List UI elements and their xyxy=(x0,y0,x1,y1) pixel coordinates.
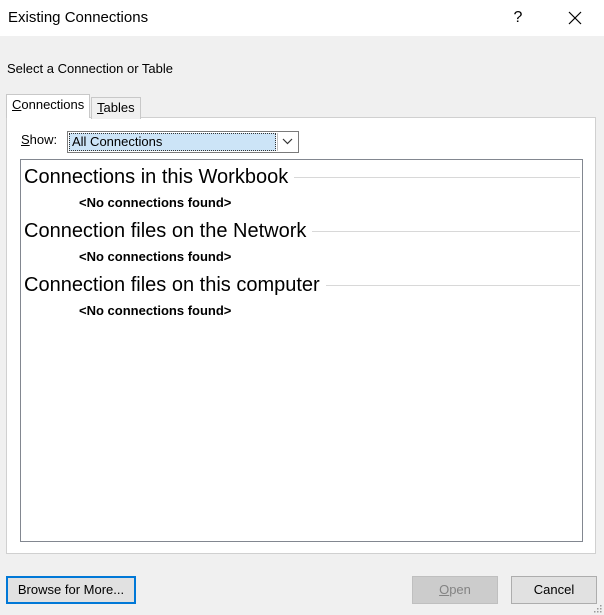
group-empty-workbook: <No connections found> xyxy=(79,195,232,210)
tab-connections-accesskey: C xyxy=(12,97,22,112)
group-empty-network: <No connections found> xyxy=(79,249,232,264)
tab-connections[interactable]: Connections xyxy=(6,94,90,118)
close-button[interactable] xyxy=(562,6,588,30)
connections-list[interactable]: Connections in this Workbook <No connect… xyxy=(20,159,583,542)
group-header-network: Connection files on the Network xyxy=(24,220,313,243)
show-dropdown[interactable]: All Connections xyxy=(67,131,299,153)
instruction-text: Select a Connection or Table xyxy=(7,61,173,76)
show-label-text: how: xyxy=(29,132,58,147)
resize-grip-icon[interactable] xyxy=(592,603,602,613)
open-button-accesskey: O xyxy=(439,582,450,597)
tab-connections-label: onnections xyxy=(21,97,85,112)
group-header-workbook: Connections in this Workbook xyxy=(24,166,295,189)
help-button[interactable]: ? xyxy=(508,8,528,28)
show-label-accesskey: S xyxy=(21,132,30,147)
group-header-computer: Connection files on this computer xyxy=(24,274,326,297)
open-button-label: pen xyxy=(449,582,471,597)
close-icon xyxy=(568,11,582,25)
group-empty-computer: <No connections found> xyxy=(79,303,232,318)
show-dropdown-value: All Connections xyxy=(69,133,276,151)
chevron-down-icon xyxy=(282,138,293,145)
show-dropdown-toggle[interactable] xyxy=(277,133,297,151)
title-bar: Existing Connections ? xyxy=(0,0,604,36)
browse-for-more-button[interactable]: Browse for More... xyxy=(6,576,136,604)
show-label: Show: xyxy=(21,132,57,147)
tab-tables-label: ables xyxy=(103,100,135,115)
window-title: Existing Connections xyxy=(8,9,149,26)
cancel-button[interactable]: Cancel xyxy=(511,576,597,604)
tab-tables[interactable]: Tables xyxy=(91,97,141,119)
open-button[interactable]: Open xyxy=(412,576,498,604)
